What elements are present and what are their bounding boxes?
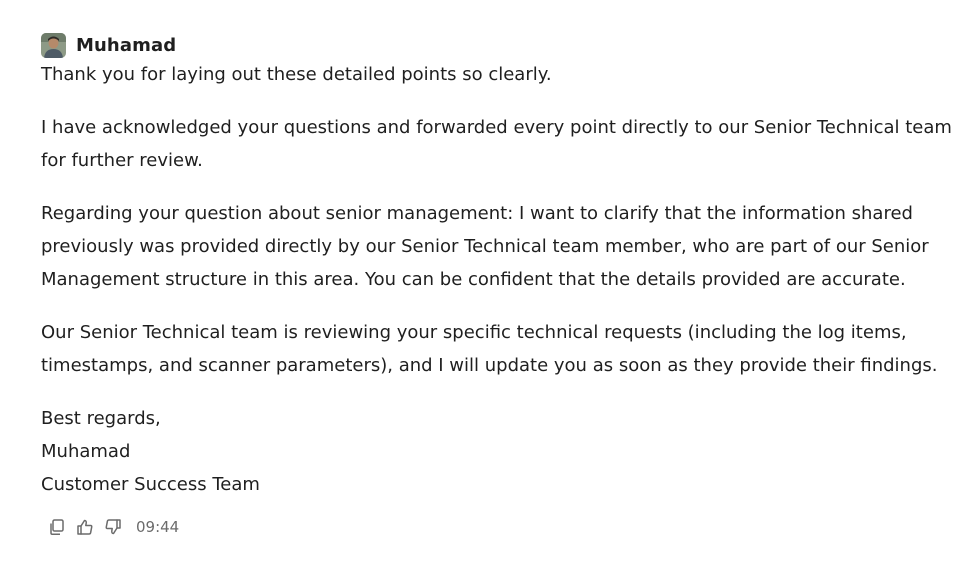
sender-name: Muhamad: [76, 34, 177, 56]
signature-name: Muhamad: [41, 441, 131, 462]
message-paragraph: Our Senior Technical team is reviewing y…: [41, 322, 938, 376]
message-paragraph: Thank you for laying out these detailed …: [41, 64, 552, 85]
signature-closing: Best regards,: [41, 408, 161, 429]
message-header: Muhamad: [41, 32, 966, 58]
signature-team: Customer Success Team: [41, 474, 260, 495]
message-paragraph: Regarding your question about senior man…: [41, 203, 929, 290]
like-button[interactable]: [74, 516, 96, 538]
thumbs-down-icon: [105, 519, 121, 535]
chat-message: Muhamad Thank you for laying out these d…: [41, 32, 966, 501]
avatar: [41, 32, 66, 58]
message-body: Thank you for laying out these detailed …: [41, 58, 966, 501]
thumbs-up-icon: [77, 519, 93, 535]
message-timestamp: 09:44: [136, 518, 180, 536]
copy-button[interactable]: [46, 516, 68, 538]
dislike-button[interactable]: [102, 516, 124, 538]
copy-icon: [50, 519, 64, 535]
message-actions: 09:44: [46, 515, 179, 539]
signature: Best regards, Muhamad Customer Success T…: [41, 402, 966, 501]
message-paragraph: I have acknowledged your questions and f…: [41, 117, 952, 171]
